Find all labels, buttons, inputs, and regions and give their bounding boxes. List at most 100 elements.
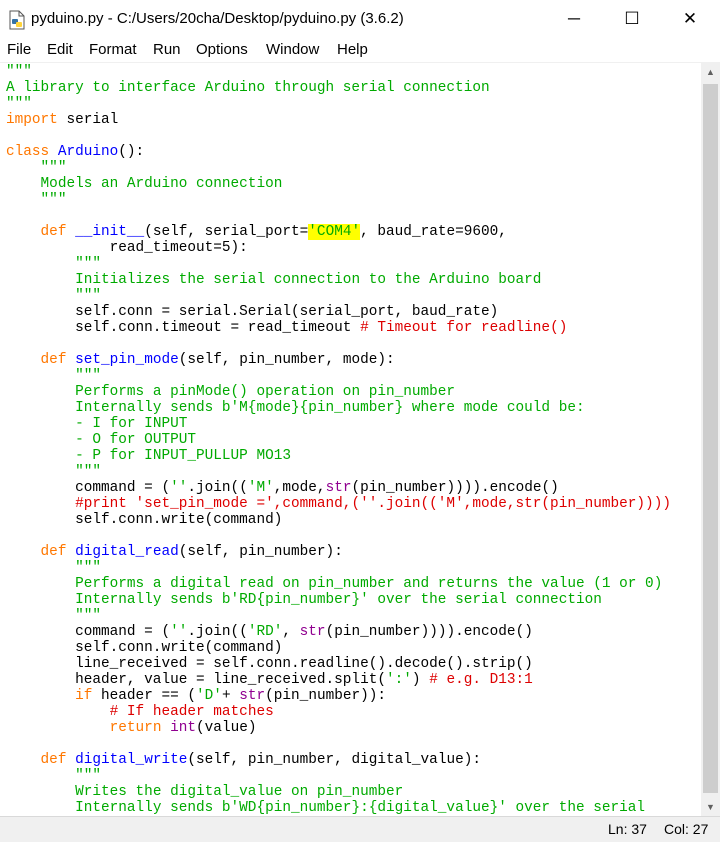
code-token: - O for OUTPUT <box>75 432 196 448</box>
python-file-icon <box>9 10 25 30</box>
code-token: str <box>239 688 266 704</box>
code-token: '' <box>170 624 188 640</box>
scroll-up-arrow-icon[interactable]: ▲ <box>701 63 720 81</box>
code-token: command = ( <box>6 480 171 496</box>
code-line: - I for INPUT <box>6 416 671 432</box>
menu-bar: File Edit Format Run Options Window Help <box>0 38 720 63</box>
code-token: import <box>6 112 58 128</box>
code-line: Internally sends b'M{mode}{pin_number} w… <box>6 400 671 416</box>
scrollbar-thumb[interactable] <box>703 84 718 793</box>
menu-edit[interactable]: Edit <box>47 41 73 58</box>
code-token: self.conn.timeout = read_timeout <box>6 320 361 336</box>
code-token: Arduino <box>57 144 119 160</box>
code-token: (self, pin_number, digital_value): <box>187 752 481 768</box>
code-token: (pin_number)))).encode() <box>325 624 533 640</box>
code-token: __init__ <box>75 224 145 240</box>
code-line: self.conn.write(command) <box>6 512 671 528</box>
code-line: #print 'set_pin_mode =',command,(''.join… <box>6 496 671 512</box>
code-token: Models an Arduino connection <box>40 176 283 192</box>
maximize-button[interactable]: ☐ <box>603 0 661 38</box>
status-bar: Ln: 37 Col: 27 <box>0 816 720 842</box>
code-line: class Arduino(): <box>6 144 671 160</box>
code-token: if <box>75 688 93 704</box>
code-token: (self, pin_number): <box>178 544 343 560</box>
menu-format[interactable]: Format <box>89 41 137 58</box>
code-line: Writes the digital_value on pin_number <box>6 784 671 800</box>
code-line: Performs a pinMode() operation on pin_nu… <box>6 384 671 400</box>
code-token: """ <box>75 608 102 624</box>
code-editor[interactable]: """ A library to interface Arduino throug… <box>0 63 701 816</box>
close-button[interactable]: ✕ <box>661 0 719 38</box>
menu-help[interactable]: Help <box>337 41 368 58</box>
menu-run[interactable]: Run <box>153 41 181 58</box>
code-line: - P for INPUT_PULLUP MO13 <box>6 448 671 464</box>
menu-file[interactable]: File <box>7 41 31 58</box>
window-title: pyduino.py - C:/Users/20cha/Desktop/pydu… <box>31 10 404 27</box>
code-token: class <box>6 144 50 160</box>
code-token: command = ( <box>6 624 171 640</box>
code-line: """ <box>6 560 671 576</box>
code-token: header, value = line_received.split( <box>6 672 386 688</box>
code-token: , <box>282 624 300 640</box>
code-token: self.conn = serial.Serial(serial_port, b… <box>6 304 499 320</box>
code-token: - P for INPUT_PULLUP MO13 <box>75 448 291 464</box>
code-text[interactable]: """ A library to interface Arduino throug… <box>6 64 671 816</box>
menu-window[interactable]: Window <box>266 41 319 58</box>
code-token: """ <box>6 64 32 80</box>
code-token: (self, pin_number, mode): <box>178 352 395 368</box>
code-line: if header == ('D'+ str(pin_number)): <box>6 688 671 704</box>
minimize-button[interactable]: ─ <box>545 0 603 38</box>
vertical-scrollbar[interactable]: ▲ ▼ <box>701 63 720 816</box>
code-token: .join(( <box>187 480 248 496</box>
code-line: """ <box>6 368 671 384</box>
code-token: # Timeout for readline() <box>360 320 568 336</box>
code-token: self.conn.write(command) <box>6 640 283 656</box>
code-line: """ <box>6 192 671 208</box>
code-token: return <box>109 720 162 736</box>
scroll-down-arrow-icon[interactable]: ▼ <box>701 798 720 816</box>
code-line: Initializes the serial connection to the… <box>6 272 671 288</box>
line-number-status: Ln: 37 <box>608 821 647 837</box>
code-line: command = (''.join(('RD', str(pin_number… <box>6 624 671 640</box>
code-token: ) <box>411 672 430 688</box>
code-token: """ <box>40 160 67 176</box>
code-token: A library to interface Arduino through s… <box>6 80 490 96</box>
code-token: 'D' <box>196 688 222 704</box>
code-token: serial <box>57 112 119 128</box>
code-line: Models an Arduino connection <box>6 176 671 192</box>
code-line: Internally sends b'WD{pin_number}:{digit… <box>6 800 671 816</box>
code-token: Performs a pinMode() operation on pin_nu… <box>75 384 456 400</box>
code-token: digital_read <box>75 544 179 560</box>
code-token: , baud_rate=9600, <box>360 224 507 240</box>
code-line: """ <box>6 608 671 624</box>
code-token: # e.g. D13:1 <box>429 672 533 688</box>
code-token: """ <box>40 192 67 208</box>
code-token: """ <box>75 288 102 304</box>
code-line: def digital_read(self, pin_number): <box>6 544 671 560</box>
code-token: def <box>40 224 67 240</box>
menu-options[interactable]: Options <box>196 41 248 58</box>
code-token: (pin_number)))).encode() <box>351 480 559 496</box>
code-token: ,mode, <box>273 480 326 496</box>
code-token: read_timeout=5): <box>6 240 248 256</box>
code-token: digital_write <box>75 752 188 768</box>
